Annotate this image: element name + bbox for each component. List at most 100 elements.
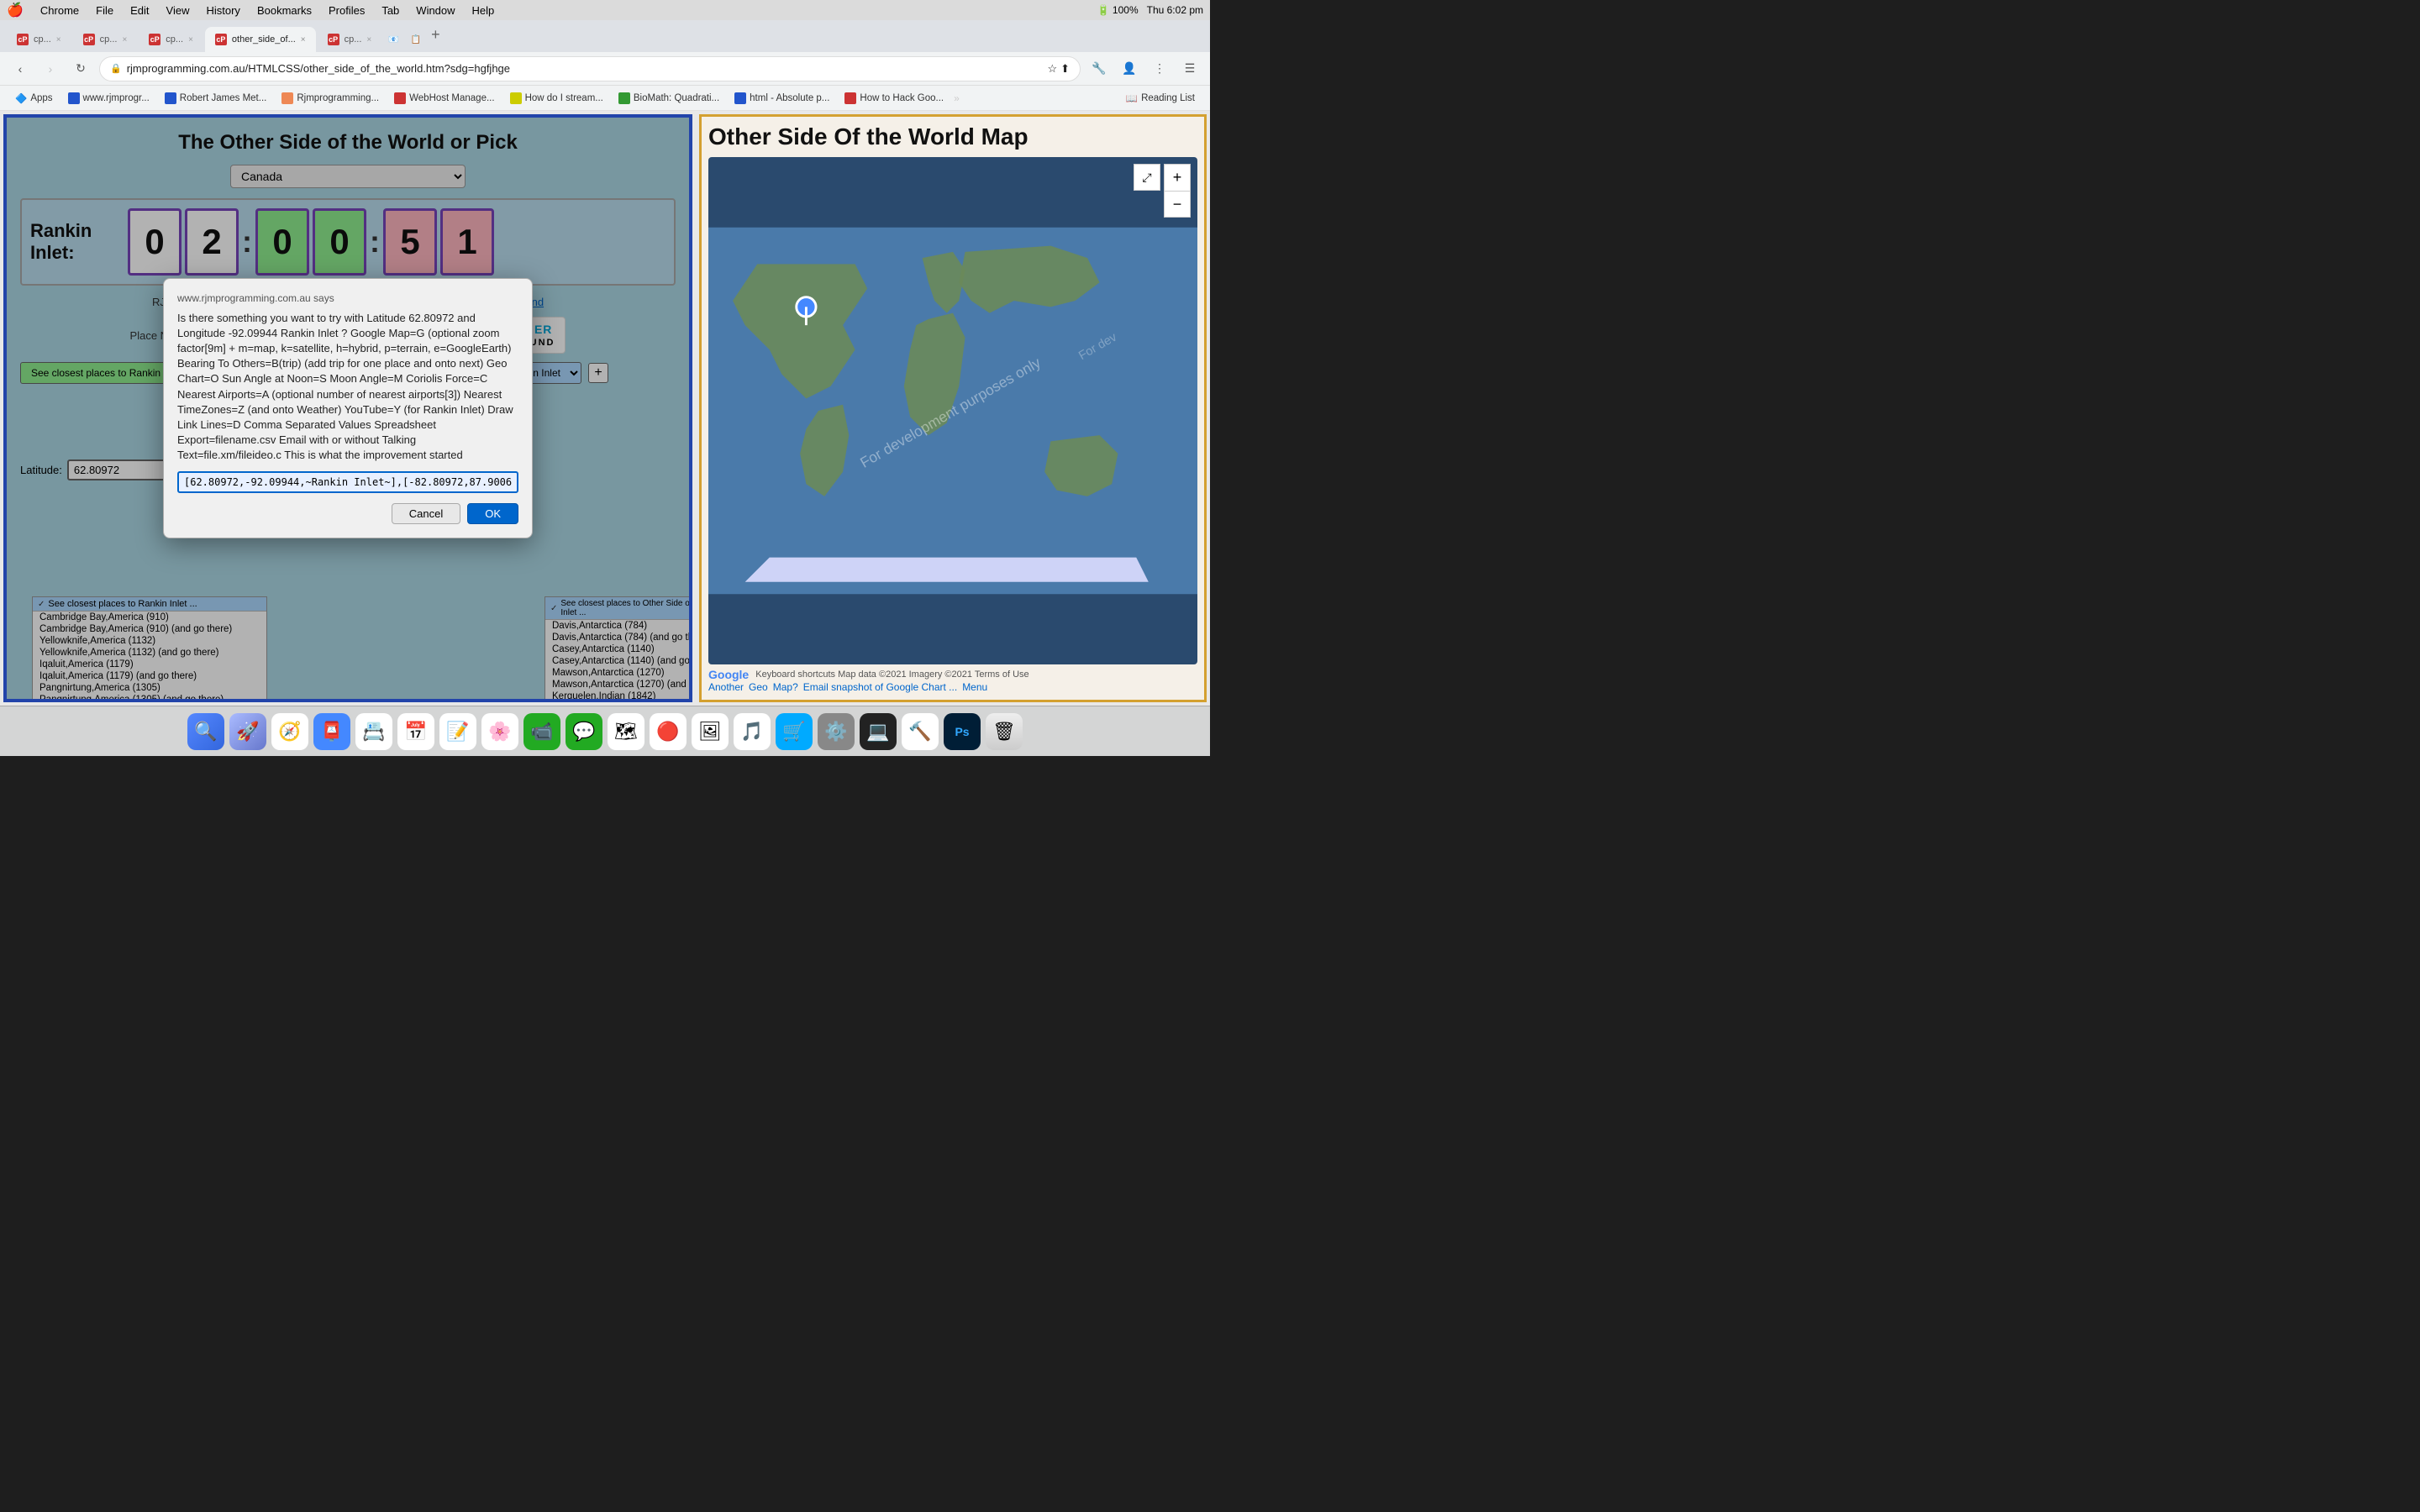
dock-xcode[interactable]: 🔨 (902, 713, 939, 750)
dock-system-prefs[interactable]: ⚙️ (818, 713, 855, 750)
map-zoom-out[interactable]: − (1164, 191, 1191, 218)
menu-file[interactable]: File (92, 4, 117, 17)
time-display: Thu 6:02 pm (1147, 4, 1203, 16)
refresh-button[interactable]: ↻ (69, 57, 92, 81)
modal-body: Is there something you want to try with … (177, 311, 518, 464)
bookmark-apps[interactable]: 🔷 Apps (8, 91, 60, 106)
bookmark-stream[interactable]: How do I stream... (503, 91, 610, 106)
dock-mail[interactable]: 📮 (313, 713, 350, 750)
tab-1[interactable]: cP cp... × (7, 27, 71, 52)
address-bar[interactable]: 🔒 rjmprogramming.com.au/HTMLCSS/other_si… (99, 56, 1081, 81)
robert-label: Robert James Met... (180, 93, 267, 103)
tab-7[interactable]: 📋 (406, 27, 426, 52)
right-panel: Other Side Of the World Map (699, 114, 1207, 702)
dock-trash[interactable]: 🗑 (986, 713, 1023, 750)
rjmprog-label: Rjmprogramming... (297, 93, 379, 103)
dock-calendar[interactable]: 📅 (397, 713, 434, 750)
tab-3-close[interactable]: × (188, 35, 193, 45)
bookmarks-bar: 🔷 Apps www.rjmprogr... Robert James Met.… (0, 86, 1210, 111)
stream-label: How do I stream... (525, 93, 603, 103)
reading-list-label: Reading List (1141, 93, 1195, 103)
reading-list-button[interactable]: 📖 Reading List (1119, 91, 1202, 106)
map-svg: For development purposes only For dev (708, 157, 1197, 664)
extensions-button[interactable]: 🔧 (1087, 57, 1111, 81)
bookmark-biomath[interactable]: BioMath: Quadrati... (612, 91, 726, 106)
dock-photoshop[interactable]: Ps (944, 713, 981, 750)
bookmark-html[interactable]: html - Absolute p... (728, 91, 836, 106)
menu-history[interactable]: History (203, 4, 243, 17)
apple-menu[interactable]: 🍎 (7, 2, 24, 18)
dock-safari[interactable]: 🧭 (271, 713, 308, 750)
tab-active[interactable]: cP other_side_of... × (205, 27, 316, 52)
dock-facetime[interactable]: 📹 (523, 713, 560, 750)
tab-3[interactable]: cP cp... × (139, 27, 203, 52)
share-icon[interactable]: ⬆ (1060, 62, 1070, 76)
tab-2[interactable]: cP cp... × (73, 27, 138, 52)
dock-appstore[interactable]: 🛒 (776, 713, 813, 750)
tab-5-close[interactable]: × (366, 35, 371, 45)
modal-input[interactable] (177, 471, 518, 493)
reading-list-icon: 📖 (1126, 92, 1138, 104)
map-link-email[interactable]: Email snapshot of Google Chart ... (803, 681, 957, 693)
map-expand-button[interactable]: ⤢ (1134, 164, 1160, 191)
dock-itunes[interactable]: 🎵 (734, 713, 771, 750)
profile-button[interactable]: 👤 (1118, 57, 1141, 81)
dock-messages[interactable]: 💬 (566, 713, 602, 750)
google-logo: Google (708, 668, 749, 681)
tab-active-close[interactable]: × (301, 35, 306, 45)
bookmark-star-icon[interactable]: ☆ (1047, 62, 1057, 76)
dock-reminders[interactable]: 📝 (439, 713, 476, 750)
dock-chrome[interactable]: 🔴 (650, 713, 687, 750)
rjm-favicon (68, 92, 80, 104)
map-link-another[interactable]: Another (708, 681, 744, 693)
new-tab-button[interactable]: + (431, 26, 440, 44)
browser-content: The Other Side of the World or Pick Cana… (0, 111, 1210, 706)
modal-cancel-button[interactable]: Cancel (392, 503, 460, 524)
menu-button[interactable]: ⋮ (1148, 57, 1171, 81)
dock-terminal[interactable]: 💻 (860, 713, 897, 750)
bookmark-rjm[interactable]: www.rjmprogr... (61, 91, 156, 106)
tab-6[interactable]: 📧 (383, 27, 403, 52)
bookmark-rjmprog[interactable]: Rjmprogramming... (275, 91, 386, 106)
battery-indicator: 🔋 100% (1097, 4, 1139, 16)
dock: 🔍 🚀 🧭 📮 📇 📅 📝 🌸 📹 💬 🗺 🔴 🖼 🎵 🛒 ⚙️ 💻 🔨 Ps … (0, 706, 1210, 756)
menu-bookmarks[interactable]: Bookmarks (254, 4, 315, 17)
modal-dialog: www.rjmprogramming.com.au says Is there … (163, 278, 533, 539)
map-link-map[interactable]: Map? (773, 681, 798, 693)
chrome-window: cP cp... × cP cp... × cP cp... × cP othe… (0, 20, 1210, 756)
robert-favicon (165, 92, 176, 104)
back-button[interactable]: ‹ (8, 57, 32, 81)
map-copyright: Keyboard shortcuts Map data ©2021 Imager… (755, 669, 1028, 680)
map-container: For development purposes only For dev ⤢ … (708, 157, 1197, 664)
modal-ok-button[interactable]: OK (467, 503, 518, 524)
menu-window[interactable]: Window (413, 4, 458, 17)
dock-finder[interactable]: 🔍 (187, 713, 224, 750)
dock-photos[interactable]: 🌸 (481, 713, 518, 750)
map-zoom-in[interactable]: + (1164, 164, 1191, 191)
dock-launchpad[interactable]: 🚀 (229, 713, 266, 750)
map-link-geo[interactable]: Geo (749, 681, 768, 693)
bookmark-webhost[interactable]: WebHost Manage... (387, 91, 501, 106)
menu-help[interactable]: Help (469, 4, 498, 17)
html-favicon (734, 92, 746, 104)
forward-button[interactable]: › (39, 57, 62, 81)
map-link-menu[interactable]: Menu (962, 681, 987, 693)
menu-profiles[interactable]: Profiles (325, 4, 368, 17)
rjmprog-favicon (281, 92, 293, 104)
tab-5[interactable]: cP cp... × (318, 27, 382, 52)
sidebar-button[interactable]: ☰ (1178, 57, 1202, 81)
bookmark-hack[interactable]: How to Hack Goo... (838, 91, 950, 106)
bookmark-robert[interactable]: Robert James Met... (158, 91, 274, 106)
menu-tab[interactable]: Tab (378, 4, 402, 17)
tab-2-close[interactable]: × (122, 35, 127, 45)
lock-icon: 🔒 (110, 63, 122, 74)
dock-maps[interactable]: 🗺 (608, 713, 644, 750)
modal-buttons: Cancel OK (177, 503, 518, 524)
menu-edit[interactable]: Edit (127, 4, 152, 17)
tab-1-close[interactable]: × (56, 35, 61, 45)
dock-preview[interactable]: 🖼 (692, 713, 729, 750)
menu-view[interactable]: View (163, 4, 193, 17)
dock-contacts[interactable]: 📇 (355, 713, 392, 750)
map-controls: + − (1164, 164, 1191, 218)
menu-chrome[interactable]: Chrome (37, 4, 82, 17)
